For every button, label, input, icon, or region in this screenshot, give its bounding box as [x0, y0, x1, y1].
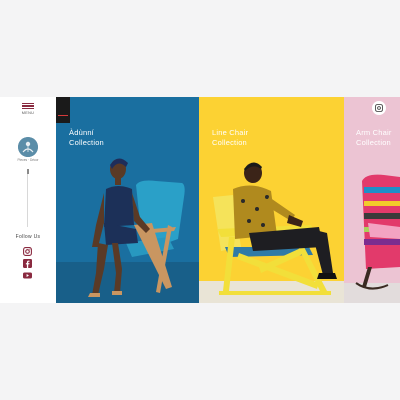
- panel-title-line-chair: Line Chair Collection: [212, 128, 248, 148]
- panel-title-arm-chair: Arm Chair Collection: [356, 128, 392, 148]
- instagram-icon[interactable]: [23, 243, 32, 256]
- follow-us-label: Follow Us: [15, 234, 41, 240]
- collection-panel-adunni[interactable]: Àdùnní Collection: [56, 97, 199, 303]
- menu-label: MENU: [21, 111, 35, 115]
- panel-title-line2: Collection: [69, 138, 104, 147]
- sidebar: MENU Pieces · Décor Follow Us: [0, 97, 57, 303]
- collection-panel-line-chair[interactable]: Line Chair Collection: [199, 97, 344, 303]
- facebook-icon[interactable]: [23, 255, 32, 268]
- page-stage: MENU Pieces · Décor Follow Us Àdùnní Col…: [0, 97, 400, 303]
- hamburger-icon: [22, 103, 34, 109]
- scroll-track[interactable]: [27, 169, 28, 227]
- panel-title-adunni: Àdùnní Collection: [69, 128, 104, 148]
- panel-title-line2: Collection: [356, 138, 391, 147]
- panel-title-line1: Arm Chair: [356, 128, 392, 137]
- panel-title-line1: Line Chair: [212, 128, 249, 137]
- red-sign-decoration: [56, 97, 70, 123]
- youtube-icon[interactable]: [23, 267, 32, 279]
- eye-icon: [375, 104, 383, 112]
- panel-title-line1: Àdùnní: [69, 128, 94, 137]
- brand-name: Pieces · Décor: [17, 158, 39, 162]
- collection-panel-arm-chair[interactable]: Arm Chair Collection: [344, 97, 400, 303]
- preview-button[interactable]: [372, 101, 386, 115]
- scroll-thumb[interactable]: [26, 169, 29, 174]
- panel-title-line2: Collection: [212, 138, 247, 147]
- brand-logo[interactable]: [18, 137, 38, 157]
- menu-button[interactable]: MENU: [16, 103, 40, 119]
